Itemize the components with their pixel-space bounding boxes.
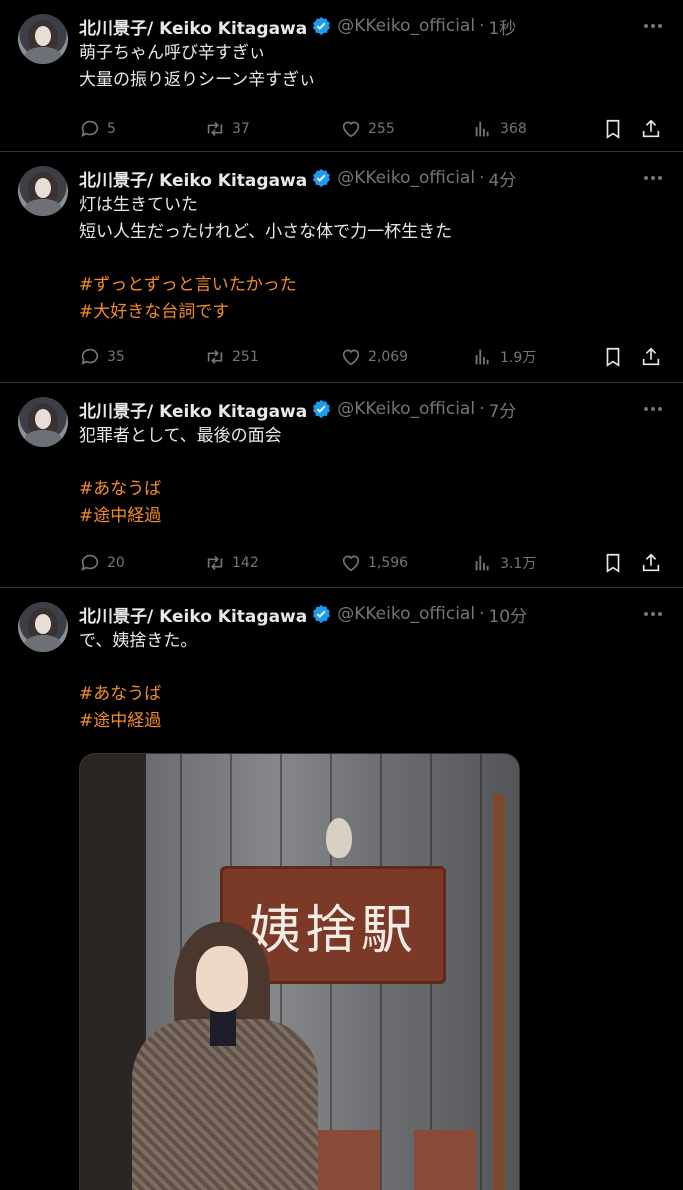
reply-icon (81, 348, 99, 365)
tweet-text-line: 大量の振り返りシーン辛すぎぃ (79, 70, 316, 90)
verified-badge-icon (311, 399, 331, 419)
retweet-icon (207, 555, 223, 571)
reply-icon (81, 120, 99, 137)
tweet[interactable]: 北川景子/ Keiko Kitagawa @KKeiko_official · … (0, 0, 683, 152)
tweet-header: 北川景子/ Keiko Kitagawa @KKeiko_official · … (79, 395, 667, 423)
timeline-feed: 北川景子/ Keiko Kitagawa @KKeiko_official · … (0, 0, 683, 1190)
retweet-icon (207, 349, 223, 365)
display-name[interactable]: 北川景子/ Keiko Kitagawa (79, 14, 307, 39)
handle[interactable]: @KKeiko_official (337, 399, 475, 419)
avatar[interactable] (18, 397, 68, 447)
share-button[interactable] (640, 118, 668, 140)
hashtag-link[interactable]: #大好きな台詞です (79, 299, 667, 326)
tweet[interactable]: 北川景子/ Keiko Kitagawa @KKeiko_official · … (0, 588, 683, 1190)
like-button[interactable]: 2,069 (340, 346, 408, 368)
share-button[interactable] (640, 552, 668, 574)
bookmark-icon (606, 347, 620, 367)
tweet-text-line: 短い人生だったけれど、小さな体で力一杯生きた (79, 222, 453, 242)
views-button[interactable]: 368 (472, 118, 527, 140)
verified-badge-icon (311, 168, 331, 188)
hashtag-link[interactable]: #あなうば (79, 476, 667, 503)
tweet-text-line: 萌子ちゃん呼び辛すぎぃ (79, 43, 266, 63)
timestamp[interactable]: 7分 (488, 397, 516, 422)
tweet-header: 北川景子/ Keiko Kitagawa @KKeiko_official · … (79, 12, 667, 40)
tweet-header: 北川景子/ Keiko Kitagawa @KKeiko_official · … (79, 600, 667, 628)
timestamp[interactable]: 10分 (488, 602, 527, 627)
verified-badge-icon (311, 604, 331, 624)
avatar[interactable] (18, 166, 68, 216)
tweet-photo[interactable]: 姨捨駅 (79, 753, 520, 1190)
retweet-button[interactable]: 251 (204, 346, 259, 368)
display-name[interactable]: 北川景子/ Keiko Kitagawa (79, 166, 307, 191)
views-button[interactable]: 3.1万 (472, 552, 536, 574)
reply-icon (81, 554, 99, 571)
tweet-text-line: 灯は生きていた (79, 195, 198, 215)
reply-button[interactable]: 5 (79, 118, 116, 140)
retweet-button[interactable]: 37 (204, 118, 250, 140)
bookmark-button[interactable] (602, 118, 630, 140)
display-name[interactable]: 北川景子/ Keiko Kitagawa (79, 602, 307, 627)
hashtag-link[interactable]: #途中経過 (79, 503, 667, 530)
more-options-icon[interactable] (641, 14, 665, 38)
hashtag-link[interactable]: #あなうば (79, 681, 667, 708)
tweet-actions: 5 37 255 368 (79, 102, 667, 156)
bookmark-button[interactable] (602, 346, 630, 368)
more-options-icon[interactable] (641, 602, 665, 626)
reply-button[interactable]: 20 (79, 552, 125, 574)
heart-icon (342, 555, 360, 572)
display-name[interactable]: 北川景子/ Keiko Kitagawa (79, 397, 307, 422)
share-icon (642, 119, 660, 138)
heart-icon (342, 349, 360, 366)
share-icon (642, 553, 660, 572)
analytics-icon (475, 555, 489, 571)
views-button[interactable]: 1.9万 (472, 346, 536, 368)
tweet[interactable]: 北川景子/ Keiko Kitagawa @KKeiko_official · … (0, 152, 683, 383)
like-button[interactable]: 1,596 (340, 552, 408, 574)
more-options-icon[interactable] (641, 166, 665, 190)
tweet-actions: 20 142 1,596 3.1万 (79, 536, 667, 590)
lamp (326, 818, 352, 858)
bookmark-icon (606, 553, 620, 573)
avatar[interactable] (18, 602, 68, 652)
like-button[interactable]: 255 (340, 118, 395, 140)
more-options-icon[interactable] (641, 397, 665, 421)
verified-badge-icon (311, 16, 331, 36)
handle[interactable]: @KKeiko_official (337, 16, 475, 36)
retweet-button[interactable]: 142 (204, 552, 259, 574)
share-button[interactable] (640, 346, 668, 368)
tweet-text-line: 犯罪者として、最後の面会 (79, 426, 282, 446)
share-icon (642, 347, 660, 366)
bookmark-icon (606, 119, 620, 139)
tweet-text-line: で、姨捨きた。 (79, 631, 198, 651)
avatar[interactable] (18, 14, 68, 64)
reply-button[interactable]: 35 (79, 346, 125, 368)
heart-icon (342, 121, 360, 138)
analytics-icon (475, 349, 489, 365)
timestamp[interactable]: 4分 (488, 166, 516, 191)
retweet-icon (207, 121, 223, 137)
timestamp[interactable]: 1秒 (488, 14, 516, 39)
handle[interactable]: @KKeiko_official (337, 168, 475, 188)
bookmark-button[interactable] (602, 552, 630, 574)
tweet[interactable]: 北川景子/ Keiko Kitagawa @KKeiko_official · … (0, 383, 683, 588)
analytics-icon (475, 121, 489, 137)
hashtag-link[interactable]: #ずっとずっと言いたかった (79, 272, 667, 299)
handle[interactable]: @KKeiko_official (337, 604, 475, 624)
hashtag-link[interactable]: #途中経過 (79, 708, 667, 735)
tweet-header: 北川景子/ Keiko Kitagawa @KKeiko_official · … (79, 164, 667, 192)
tweet-actions: 35 251 2,069 1.9万 (79, 330, 667, 384)
